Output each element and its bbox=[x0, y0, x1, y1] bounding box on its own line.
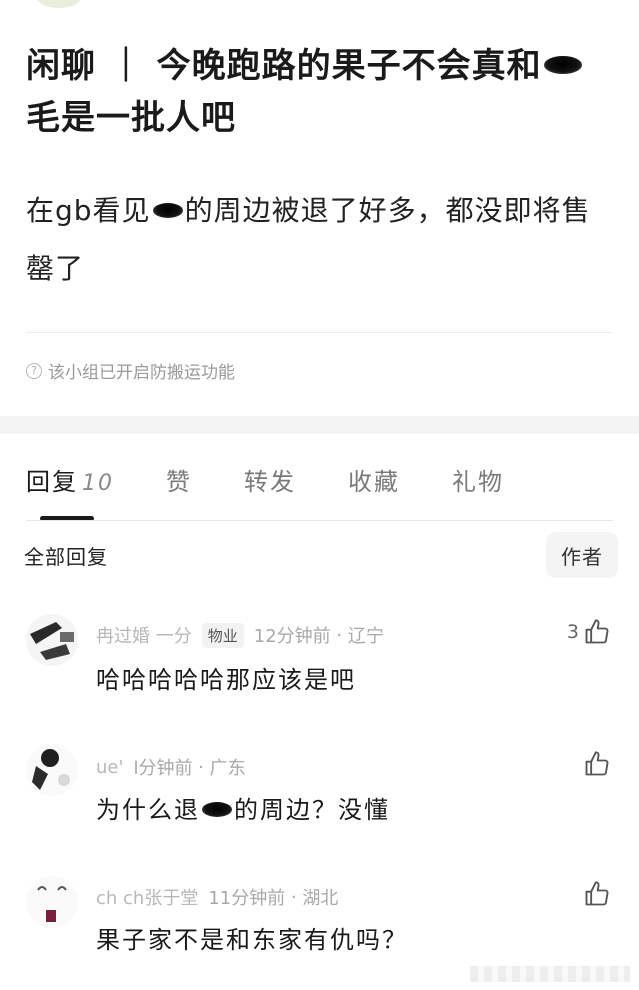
author-avatar[interactable] bbox=[36, 0, 82, 8]
tab-gifts[interactable]: 礼物 bbox=[452, 462, 504, 497]
like-button[interactable] bbox=[583, 750, 611, 778]
comment-text: 果子家不是和东家有仇吗？ bbox=[96, 926, 408, 954]
post-body-part1: 在gb看见 bbox=[26, 194, 151, 227]
blackhole-icon bbox=[202, 801, 232, 817]
tab-replies-count: 10 bbox=[82, 471, 114, 496]
post-title-line1: 闲聊 ｜ 今晚跑路的果子不会真和 bbox=[26, 46, 542, 86]
comment-text: 为什么退 的周边？没懂 bbox=[96, 790, 390, 825]
comment-time: l分钟前 bbox=[133, 758, 193, 779]
comment-username[interactable]: 冉过婚 一分 bbox=[96, 622, 192, 648]
meta-separator: · bbox=[330, 624, 348, 646]
watermark bbox=[470, 966, 630, 982]
post-title: 闲聊 ｜ 今晚跑路的果子不会真和 毛是一批人吧 bbox=[26, 40, 616, 144]
thumbs-up-icon bbox=[583, 618, 611, 646]
comment-username[interactable]: ue' bbox=[96, 757, 123, 778]
blackhole-icon bbox=[152, 202, 183, 218]
comment-region: 湖北 bbox=[302, 888, 339, 909]
comment-meta: ue' l分钟前 · 广东 bbox=[96, 754, 246, 780]
tab-reshare[interactable]: 转发 bbox=[244, 462, 296, 497]
avatar[interactable] bbox=[26, 744, 78, 796]
tab-likes[interactable]: 赞 bbox=[166, 462, 192, 497]
sort-author-button[interactable]: 作者 bbox=[546, 532, 618, 578]
comment-username[interactable]: ch ch张于堂 bbox=[96, 884, 198, 910]
comment-meta: 冉过婚 一分 物业 12分钟前 · 辽宁 bbox=[96, 622, 384, 648]
thumbs-up-icon bbox=[583, 750, 611, 778]
meta-separator: · bbox=[285, 886, 303, 908]
comment-text-part2: 的周边？没懂 bbox=[234, 796, 390, 824]
post-title-line2: 毛是一批人吧 bbox=[26, 98, 236, 138]
post-body: 在gb看见 的周边被退了好多，都没即将售 罄了 bbox=[26, 182, 616, 298]
anti-copy-text: 该小组已开启防搬运功能 bbox=[48, 363, 235, 383]
tab-replies[interactable]: 回复 10 bbox=[26, 462, 114, 497]
post-body-part2: 的周边被退了好多，都没即将售 bbox=[184, 194, 591, 227]
help-icon: ? bbox=[26, 362, 42, 379]
tab-replies-label: 回复 bbox=[26, 468, 78, 496]
meta-separator: · bbox=[192, 756, 210, 778]
all-replies-heading: 全部回复 bbox=[24, 545, 108, 569]
blackhole-icon bbox=[543, 55, 582, 74]
divider bbox=[26, 332, 613, 333]
tabs-divider bbox=[26, 520, 613, 521]
comment-region: 广东 bbox=[209, 758, 246, 779]
comment-meta: ch ch张于堂 11分钟前 · 湖北 bbox=[96, 884, 338, 910]
comment-text: 哈哈哈哈哈那应该是吧 bbox=[96, 666, 356, 694]
like-button[interactable]: 3 bbox=[567, 618, 611, 646]
user-badge: 物业 bbox=[201, 622, 244, 648]
section-gap bbox=[0, 416, 639, 434]
action-tabs: 回复 10 赞 转发 收藏 礼物 bbox=[26, 462, 616, 497]
post-body-line2: 罄了 bbox=[26, 252, 85, 285]
like-button[interactable] bbox=[583, 880, 611, 908]
comment-region: 辽宁 bbox=[347, 626, 384, 647]
avatar[interactable] bbox=[26, 614, 78, 666]
like-count: 3 bbox=[566, 621, 579, 643]
anti-copy-notice[interactable]: ? 该小组已开启防搬运功能 bbox=[26, 358, 235, 383]
comment-time: 11分钟前 bbox=[208, 888, 286, 909]
comment-time: 12分钟前 bbox=[253, 626, 331, 647]
comment-text-part1: 为什么退 bbox=[96, 796, 200, 824]
thumbs-up-icon bbox=[583, 880, 611, 908]
avatar[interactable] bbox=[26, 876, 78, 928]
tab-collect[interactable]: 收藏 bbox=[348, 462, 400, 497]
